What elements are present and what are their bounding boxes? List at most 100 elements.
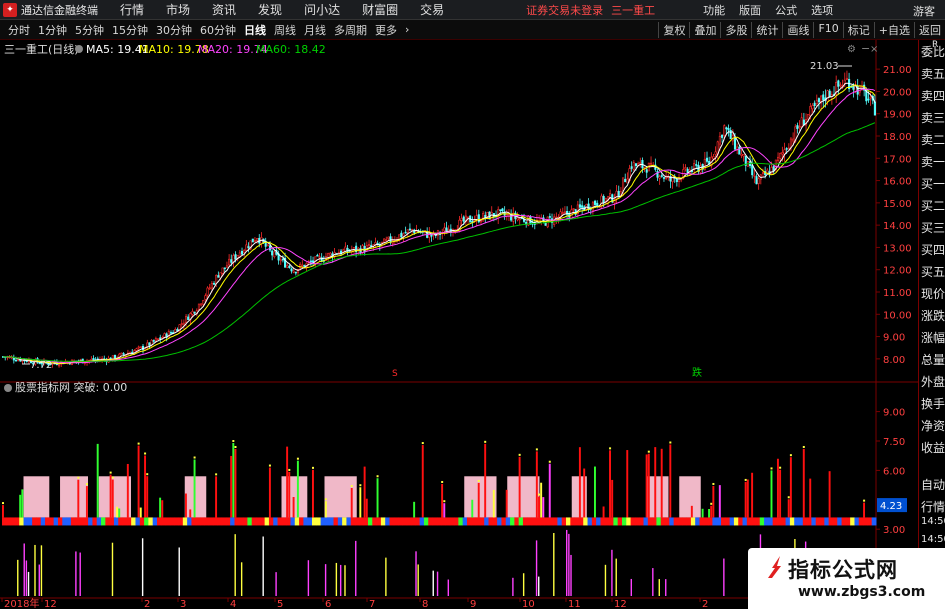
menu-item-wealth[interactable]: 财富圈 — [362, 1, 398, 18]
candle-body — [809, 106, 812, 117]
quote-label[interactable]: 买三 — [921, 217, 945, 239]
guest-user[interactable]: 游客 — [913, 3, 935, 19]
period-timeshare[interactable]: 分时 — [8, 22, 30, 38]
period-daily[interactable]: 日线 — [244, 22, 266, 38]
price-tick-label: 21.00 — [883, 65, 912, 76]
candle-body — [807, 113, 810, 120]
menu-item-ask[interactable]: 问小达 — [304, 1, 340, 18]
period-monthly[interactable]: 月线 — [304, 22, 326, 38]
indicator-bar — [712, 485, 715, 518]
volume-spike — [432, 570, 434, 596]
quote-label[interactable]: 收益 — [921, 437, 945, 459]
menu-item-discover[interactable]: 发现 — [258, 1, 282, 18]
volume-spike — [335, 562, 338, 596]
indicator-strip-cell — [445, 517, 451, 526]
period-weekly[interactable]: 周线 — [274, 22, 296, 38]
quote-label[interactable]: 卖五 — [921, 63, 945, 85]
signal-b-mark: 跌 — [692, 366, 702, 379]
candle-body — [714, 151, 717, 155]
menu-item-market[interactable]: 市场 — [166, 1, 190, 18]
quote-label[interactable]: 卖一 — [921, 151, 945, 173]
menu-item-function[interactable]: 功能 — [703, 2, 725, 18]
watermark-url: www.zbgs3.com — [798, 584, 926, 600]
period-1min[interactable]: 1分钟 — [38, 22, 67, 38]
indicator-dot — [710, 502, 713, 505]
chevron-right-icon[interactable]: › — [405, 23, 409, 36]
legend-toggle-icon[interactable] — [75, 45, 83, 53]
login-status[interactable]: 证券交易未登录 — [526, 2, 603, 18]
settings-icon[interactable]: ⚙ — [847, 44, 856, 55]
quote-label[interactable]: 外盘 — [921, 371, 945, 393]
candle-body — [645, 169, 648, 173]
f10-button[interactable]: F10 — [813, 22, 842, 38]
menu-item-trade[interactable]: 交易 — [420, 1, 444, 18]
indicator-strip-cell — [225, 517, 231, 526]
period-more[interactable]: 更多 — [375, 22, 397, 38]
menu-item-formula[interactable]: 公式 — [775, 2, 797, 18]
menu-item-options[interactable]: 选项 — [811, 2, 833, 18]
indicator-toggle-icon[interactable] — [4, 384, 12, 392]
quote-label[interactable]: 卖四 — [921, 85, 945, 107]
quote-label[interactable]: 涨跌 — [921, 305, 945, 327]
candle-body — [718, 135, 721, 145]
indicator-strip-cell — [281, 517, 287, 526]
stock-title: 三一重工 — [611, 3, 656, 17]
overlay-button[interactable]: 叠加 — [689, 22, 720, 38]
indicator-bar — [609, 450, 612, 518]
add-watchlist-button[interactable]: +自选 — [873, 22, 914, 38]
quote-label[interactable]: 换手 — [921, 393, 945, 415]
kline-chart[interactable]: 三一重工(日线) MA5: 19.41 MA10: 19.78 MA20: 19… — [0, 40, 918, 609]
indicator-strip-cell — [837, 517, 843, 526]
stats-button[interactable]: 统计 — [751, 22, 782, 38]
mark-button[interactable]: 标记 — [842, 22, 874, 38]
quote-label[interactable]: 买五 — [921, 261, 945, 283]
quote-label[interactable]: 涨幅 — [921, 327, 945, 349]
back-button[interactable]: 返回 — [914, 22, 945, 38]
candle-body — [671, 175, 674, 182]
candle-body — [208, 287, 211, 290]
period-60min[interactable]: 60分钟 — [200, 22, 236, 38]
time-axis: 2018年 12 2 3 4 5 6 7 8 9 10 11 12 2 — [1, 597, 708, 609]
period-multi[interactable]: 多周期 — [334, 22, 367, 38]
quote-label[interactable]: 总量 — [921, 349, 945, 371]
indicator-strip-cell — [570, 517, 576, 526]
quote-label[interactable]: 买一 — [921, 173, 945, 195]
candle-body — [329, 252, 332, 256]
period-15min[interactable]: 15分钟 — [112, 22, 148, 38]
candle-body — [387, 236, 390, 239]
indicator-strip-cell — [484, 517, 490, 526]
quote-label[interactable]: 现价 — [921, 283, 945, 305]
adjust-button[interactable]: 复权 — [658, 22, 689, 38]
quote-label[interactable]: 买二 — [921, 195, 945, 217]
indicator-dot — [789, 454, 792, 457]
quote-label[interactable]: 买四 — [921, 239, 945, 261]
indicator-strip-cell — [23, 517, 29, 526]
close-icon[interactable]: × — [870, 44, 878, 55]
candle-body — [217, 275, 220, 278]
draw-line-button[interactable]: 画线 — [782, 22, 813, 38]
multi-stock-button[interactable]: 多股 — [720, 22, 751, 38]
indicator-bar — [708, 508, 711, 518]
menu-item-layout[interactable]: 版面 — [739, 2, 761, 18]
quote-label[interactable]: 卖二 — [921, 129, 945, 151]
menu-item-news[interactable]: 资讯 — [212, 1, 236, 18]
candle-body — [779, 153, 782, 159]
indicator-strip-cell — [402, 517, 408, 526]
quote-label[interactable]: 自动 — [921, 474, 945, 496]
minimize-icon[interactable]: − — [861, 42, 870, 55]
candle-body — [761, 172, 765, 174]
quote-label[interactable]: 净资 — [921, 415, 945, 437]
volume-spike — [436, 571, 439, 596]
period-5min[interactable]: 5分钟 — [75, 22, 104, 38]
quote-label[interactable]: 卖三 — [921, 107, 945, 129]
candle-body — [385, 239, 388, 241]
menu-item-quotes[interactable]: 行情 — [120, 1, 144, 18]
period-30min[interactable]: 30分钟 — [156, 22, 192, 38]
indicator-strip-cell — [53, 517, 59, 526]
quote-label[interactable]: 14:50 — [921, 532, 945, 548]
indicator-dot — [111, 476, 114, 479]
candle-body — [12, 357, 15, 361]
indicator-strip-cell — [647, 517, 653, 526]
indicator-strip-cell — [303, 517, 309, 526]
quote-label[interactable]: 14:50 — [921, 514, 945, 530]
